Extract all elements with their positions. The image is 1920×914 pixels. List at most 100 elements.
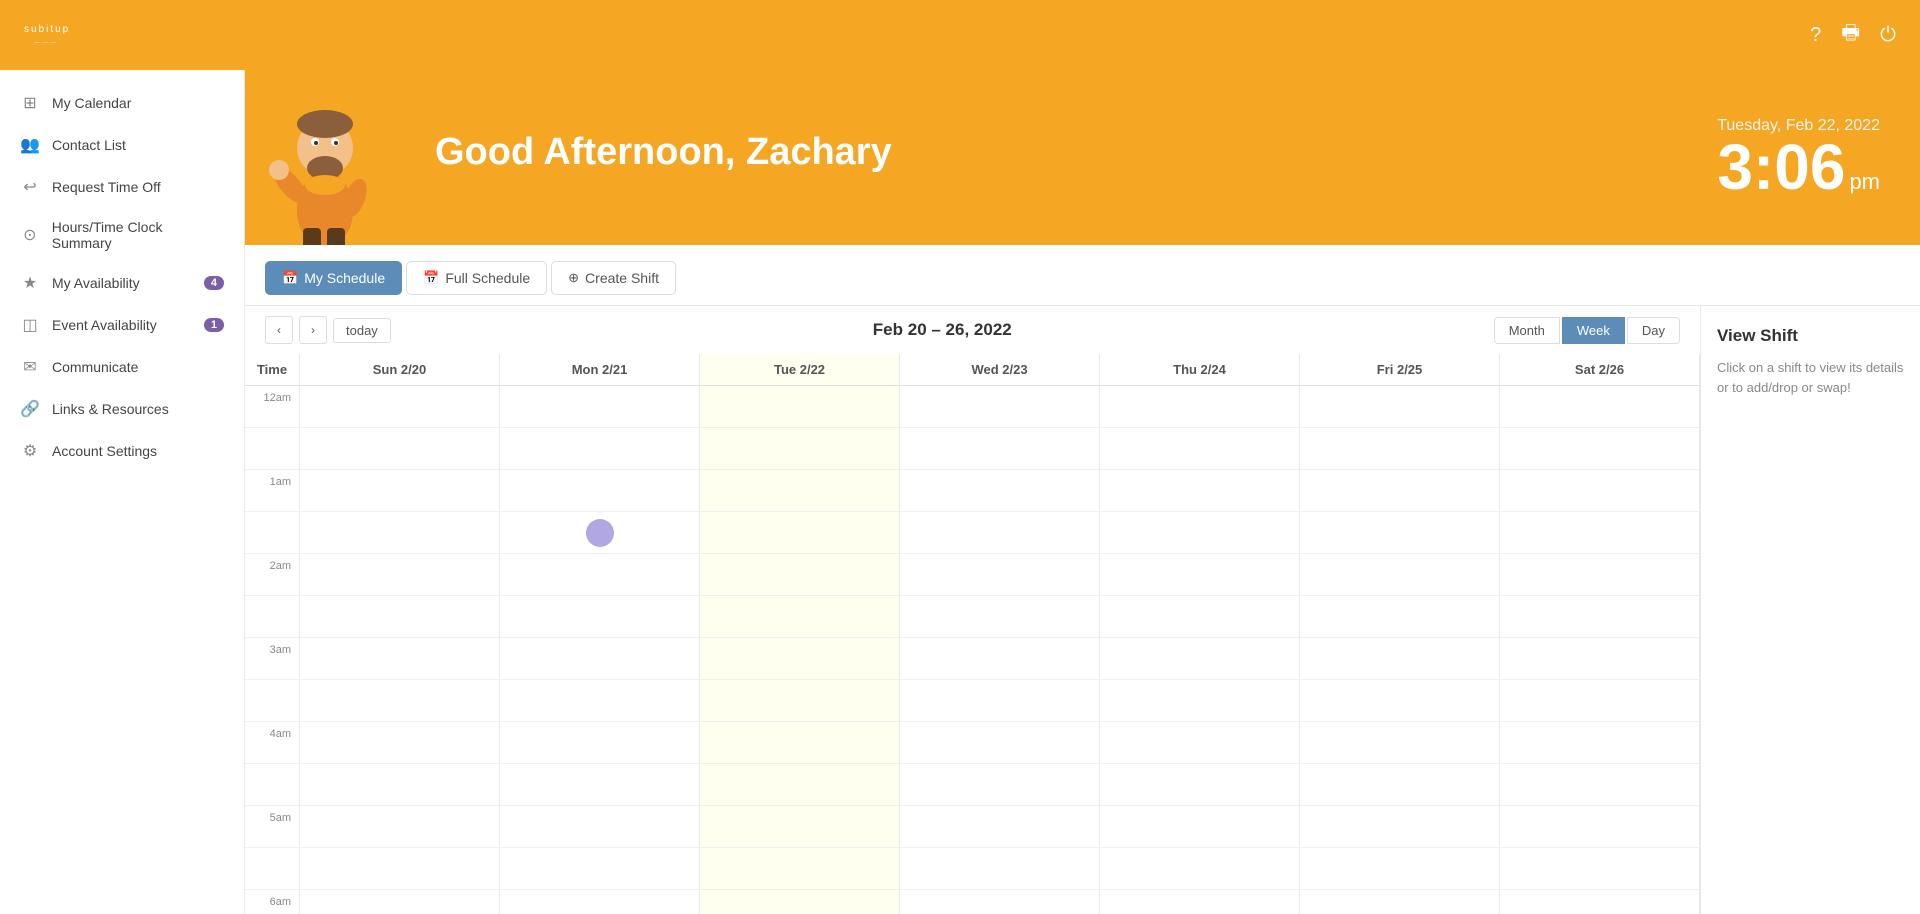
day-cell-1-8[interactable] xyxy=(500,722,700,764)
day-cell-1-10[interactable] xyxy=(500,806,700,848)
day-cell-0-6[interactable] xyxy=(300,638,500,680)
day-cell-1-7[interactable] xyxy=(500,680,700,722)
sidebar-item-links-resources[interactable]: 🔗 Links & Resources xyxy=(0,388,244,430)
day-cell-6-3[interactable] xyxy=(1500,512,1700,554)
day-cell-4-9[interactable] xyxy=(1100,764,1300,806)
print-icon[interactable]: 🖶 xyxy=(1841,18,1860,52)
day-cell-3-11[interactable] xyxy=(900,848,1100,890)
day-cell-5-7[interactable] xyxy=(1300,680,1500,722)
day-cell-0-7[interactable] xyxy=(300,680,500,722)
day-cell-3-2[interactable] xyxy=(900,470,1100,512)
day-cell-4-11[interactable] xyxy=(1100,848,1300,890)
day-cell-2-5[interactable] xyxy=(700,596,900,638)
day-cell-5-3[interactable] xyxy=(1300,512,1500,554)
day-cell-3-4[interactable] xyxy=(900,554,1100,596)
day-cell-1-2[interactable] xyxy=(500,470,700,512)
day-cell-3-6[interactable] xyxy=(900,638,1100,680)
day-cell-1-6[interactable] xyxy=(500,638,700,680)
day-cell-0-3[interactable] xyxy=(300,512,500,554)
day-cell-0-10[interactable] xyxy=(300,806,500,848)
day-cell-6-7[interactable] xyxy=(1500,680,1700,722)
day-cell-2-1[interactable] xyxy=(700,428,900,470)
day-cell-6-6[interactable] xyxy=(1500,638,1700,680)
month-view-button[interactable]: Month xyxy=(1494,317,1560,344)
tab-my-schedule[interactable]: 📅 My Schedule xyxy=(265,261,402,295)
day-cell-5-11[interactable] xyxy=(1300,848,1500,890)
day-cell-2-6[interactable] xyxy=(700,638,900,680)
day-cell-2-12[interactable] xyxy=(700,890,900,914)
day-cell-0-9[interactable] xyxy=(300,764,500,806)
day-cell-4-6[interactable] xyxy=(1100,638,1300,680)
day-cell-6-8[interactable] xyxy=(1500,722,1700,764)
day-cell-5-1[interactable] xyxy=(1300,428,1500,470)
day-cell-4-8[interactable] xyxy=(1100,722,1300,764)
day-cell-5-4[interactable] xyxy=(1300,554,1500,596)
prev-week-button[interactable]: ‹ xyxy=(265,316,293,344)
day-cell-6-9[interactable] xyxy=(1500,764,1700,806)
day-cell-2-11[interactable] xyxy=(700,848,900,890)
day-cell-6-2[interactable] xyxy=(1500,470,1700,512)
day-cell-2-8[interactable] xyxy=(700,722,900,764)
day-cell-4-10[interactable] xyxy=(1100,806,1300,848)
day-cell-0-5[interactable] xyxy=(300,596,500,638)
day-cell-1-5[interactable] xyxy=(500,596,700,638)
day-cell-6-11[interactable] xyxy=(1500,848,1700,890)
day-cell-6-5[interactable] xyxy=(1500,596,1700,638)
day-cell-5-6[interactable] xyxy=(1300,638,1500,680)
next-week-button[interactable]: › xyxy=(299,316,327,344)
day-cell-4-4[interactable] xyxy=(1100,554,1300,596)
day-cell-4-2[interactable] xyxy=(1100,470,1300,512)
day-cell-6-12[interactable] xyxy=(1500,890,1700,914)
day-cell-3-9[interactable] xyxy=(900,764,1100,806)
tab-create-shift[interactable]: ⊕ Create Shift xyxy=(551,261,676,295)
day-cell-3-1[interactable] xyxy=(900,428,1100,470)
day-cell-1-0[interactable] xyxy=(500,386,700,428)
day-cell-1-4[interactable] xyxy=(500,554,700,596)
today-button[interactable]: today xyxy=(333,318,391,343)
day-cell-1-11[interactable] xyxy=(500,848,700,890)
day-cell-6-10[interactable] xyxy=(1500,806,1700,848)
day-cell-0-1[interactable] xyxy=(300,428,500,470)
sidebar-item-account-settings[interactable]: ⚙ Account Settings xyxy=(0,430,244,472)
day-cell-0-12[interactable] xyxy=(300,890,500,914)
day-cell-0-4[interactable] xyxy=(300,554,500,596)
day-cell-4-0[interactable] xyxy=(1100,386,1300,428)
day-cell-0-8[interactable] xyxy=(300,722,500,764)
sidebar-item-contact-list[interactable]: 👥 Contact List xyxy=(0,124,244,166)
day-cell-3-3[interactable] xyxy=(900,512,1100,554)
day-cell-2-0[interactable] xyxy=(700,386,900,428)
day-cell-2-10[interactable] xyxy=(700,806,900,848)
day-cell-1-12[interactable] xyxy=(500,890,700,914)
day-cell-2-2[interactable] xyxy=(700,470,900,512)
day-cell-5-2[interactable] xyxy=(1300,470,1500,512)
day-cell-3-7[interactable] xyxy=(900,680,1100,722)
day-cell-1-3[interactable] xyxy=(500,512,700,554)
day-cell-4-5[interactable] xyxy=(1100,596,1300,638)
day-cell-2-9[interactable] xyxy=(700,764,900,806)
day-cell-5-8[interactable] xyxy=(1300,722,1500,764)
day-cell-6-1[interactable] xyxy=(1500,428,1700,470)
day-cell-1-9[interactable] xyxy=(500,764,700,806)
day-cell-0-11[interactable] xyxy=(300,848,500,890)
day-cell-5-10[interactable] xyxy=(1300,806,1500,848)
day-cell-5-9[interactable] xyxy=(1300,764,1500,806)
day-cell-3-8[interactable] xyxy=(900,722,1100,764)
tab-full-schedule[interactable]: 📅 Full Schedule xyxy=(406,261,547,295)
day-view-button[interactable]: Day xyxy=(1627,317,1680,344)
day-cell-0-2[interactable] xyxy=(300,470,500,512)
day-cell-3-0[interactable] xyxy=(900,386,1100,428)
sidebar-item-event-availability[interactable]: ◫ Event Availability 1 xyxy=(0,304,244,346)
day-cell-4-1[interactable] xyxy=(1100,428,1300,470)
day-cell-1-1[interactable] xyxy=(500,428,700,470)
day-cell-3-10[interactable] xyxy=(900,806,1100,848)
power-icon[interactable]: ⏻ xyxy=(1880,24,1896,47)
day-cell-2-3[interactable] xyxy=(700,512,900,554)
sidebar-item-request-time-off[interactable]: ↩ Request Time Off xyxy=(0,166,244,208)
day-cell-5-12[interactable] xyxy=(1300,890,1500,914)
day-cell-3-12[interactable] xyxy=(900,890,1100,914)
sidebar-item-my-availability[interactable]: ★ My Availability 4 xyxy=(0,262,244,304)
sidebar-item-hours-time-clock[interactable]: ⊙ Hours/Time Clock Summary xyxy=(0,208,244,262)
week-view-button[interactable]: Week xyxy=(1562,317,1625,344)
sidebar-item-communicate[interactable]: ✉ Communicate xyxy=(0,346,244,388)
day-cell-0-0[interactable] xyxy=(300,386,500,428)
